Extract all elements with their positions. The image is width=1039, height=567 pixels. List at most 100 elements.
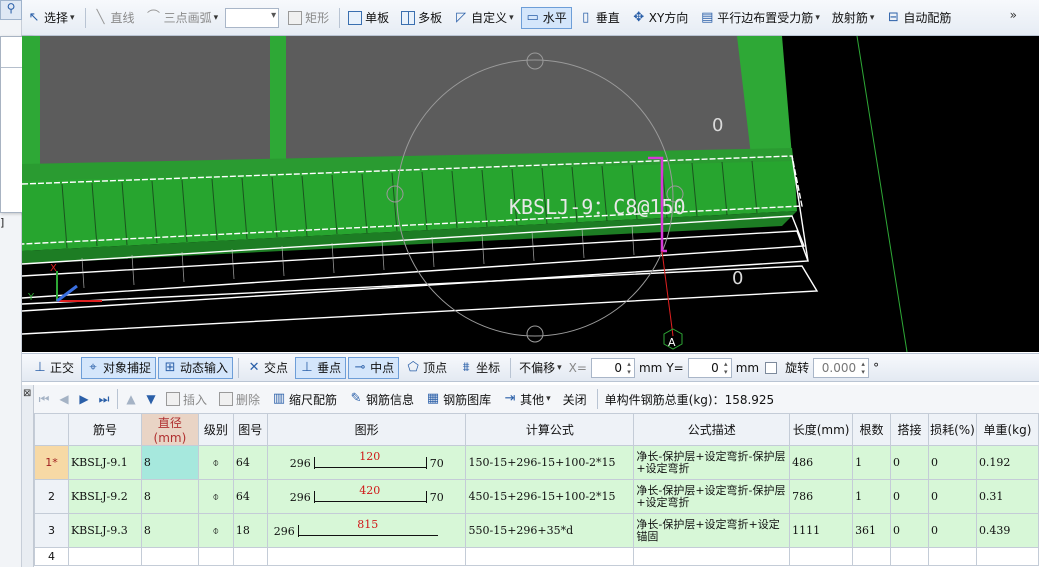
bar-no-cell[interactable] <box>67 547 142 566</box>
unit-weight-cell[interactable]: 0.439 <box>975 513 1039 548</box>
formula-desc-cell[interactable] <box>633 547 791 566</box>
formula-cell[interactable]: 550-15+296+35*d <box>465 513 635 548</box>
pin-icon[interactable]: ⊠ <box>23 388 31 399</box>
previous-record-icon[interactable]: ◀ <box>54 392 74 406</box>
header-count[interactable]: 根数 <box>852 413 892 446</box>
figure-no-cell[interactable]: 64 <box>232 479 268 514</box>
insert-button[interactable]: 插入 <box>161 388 212 410</box>
header-shape[interactable]: 图形 <box>266 413 467 446</box>
toolbar-overflow-button[interactable]: » <box>1010 8 1017 22</box>
table-row[interactable]: 1* KBSLJ-9.1 8 ⌽ 64 296 120 70 150-15+29… <box>34 445 1039 480</box>
ortho-button[interactable]: ⊥ 正交 <box>28 357 79 379</box>
header-figure-no[interactable]: 图号 <box>232 413 268 446</box>
first-record-icon[interactable]: ⏮ <box>34 392 54 407</box>
shape-cell[interactable]: 296 815 <box>266 513 467 548</box>
loss-cell[interactable]: 0 <box>927 445 977 480</box>
formula-cell[interactable] <box>465 547 635 566</box>
custom-button[interactable]: ◸ 自定义 ▾ <box>449 7 519 29</box>
rebar-library-button[interactable]: ▦ 钢筋图库 <box>421 388 496 410</box>
table-row[interactable]: 3 KBSLJ-9.3 8 ⌽ 18 296 815 550-15+296+35… <box>34 513 1039 548</box>
row-number[interactable]: 3 <box>34 513 69 548</box>
auto-rebar-button[interactable]: ⊟ 自动配筋 <box>881 7 956 29</box>
formula-cell[interactable]: 150-15+296-15+100-2*15 <box>465 445 635 480</box>
loss-cell[interactable] <box>927 547 977 566</box>
lap-cell[interactable]: 0 <box>890 479 929 514</box>
bar-no-cell[interactable]: KBSLJ-9.3 <box>67 513 142 548</box>
figure-no-cell[interactable]: 18 <box>232 513 268 548</box>
header-formula-desc[interactable]: 公式描述 <box>633 413 791 446</box>
y-offset-input[interactable]: 0 <box>687 357 732 378</box>
vertical-button[interactable]: ▯ 垂直 <box>574 7 625 29</box>
midpoint-snap-button[interactable]: ⊸ 中点 <box>348 356 400 379</box>
search-icon[interactable]: ⚲ <box>0 0 22 20</box>
delete-button[interactable]: 删除 <box>214 388 265 410</box>
single-slab-button[interactable]: 单板 <box>343 7 394 29</box>
row-number[interactable]: 1* <box>34 445 69 480</box>
length-cell[interactable]: 1111 <box>789 513 854 548</box>
header-lap[interactable]: 搭接 <box>890 413 929 446</box>
row-number[interactable]: 4 <box>34 547 69 566</box>
scale-rebar-button[interactable]: ▥ 缩尺配筋 <box>267 388 342 410</box>
header-length[interactable]: 长度(mm) <box>789 413 854 446</box>
count-cell[interactable]: 1 <box>852 479 892 514</box>
close-button[interactable]: 关闭 <box>558 388 592 410</box>
move-up-icon[interactable]: ▲ <box>121 392 141 406</box>
formula-desc-cell[interactable]: 净长-保护层+设定弯折+设定锚固 <box>633 513 791 548</box>
header-formula[interactable]: 计算公式 <box>465 413 635 446</box>
diameter-cell[interactable] <box>140 547 199 566</box>
count-cell[interactable]: 361 <box>852 513 892 548</box>
grade-cell[interactable]: ⌽ <box>197 513 234 548</box>
rebar-info-button[interactable]: ✎ 钢筋信息 <box>344 388 419 410</box>
diameter-cell[interactable]: 8 <box>140 479 199 514</box>
coordinate-snap-button[interactable]: ⩩ 坐标 <box>454 357 505 379</box>
loss-cell[interactable]: 0 <box>927 479 977 514</box>
shape-cell[interactable]: 296 120 70 <box>266 445 467 480</box>
snap-handle-bottom[interactable] <box>526 325 544 343</box>
header-unit-weight[interactable]: 单重(kg) <box>975 413 1039 446</box>
next-record-icon[interactable]: ▶ <box>74 392 94 406</box>
object-snap-button[interactable]: ⌖ 对象捕捉 <box>81 356 157 379</box>
intersection-snap-button[interactable]: ✕ 交点 <box>242 357 293 379</box>
formula-desc-cell[interactable]: 净长-保护层+设定弯折-保护层+设定弯折 <box>633 479 791 514</box>
horizontal-button[interactable]: ▭ 水平 <box>520 6 572 29</box>
formula-cell[interactable]: 450-15+296-15+100-2*15 <box>465 479 635 514</box>
figure-no-cell[interactable] <box>232 547 268 566</box>
bar-no-cell[interactable]: KBSLJ-9.1 <box>67 445 142 480</box>
lap-cell[interactable] <box>890 547 929 566</box>
length-cell[interactable]: 486 <box>789 445 854 480</box>
xy-direction-button[interactable]: ✥ XY方向 <box>627 7 694 29</box>
last-record-icon[interactable]: ⏭ <box>94 392 114 407</box>
vertex-snap-button[interactable]: ⬠ 顶点 <box>401 357 452 379</box>
offset-select[interactable]: 不偏移 ▾ <box>514 358 567 378</box>
formula-desc-cell[interactable]: 净长-保护层+设定弯折-保护层+设定弯折 <box>633 445 791 480</box>
count-cell[interactable] <box>852 547 892 566</box>
other-button[interactable]: ⇥ 其他 ▾ <box>498 388 556 410</box>
length-cell[interactable]: 786 <box>789 479 854 514</box>
lap-cell[interactable]: 0 <box>890 445 929 480</box>
grade-cell[interactable]: ⌽ <box>197 479 234 514</box>
rotate-checkbox[interactable] <box>765 361 778 374</box>
loss-cell[interactable]: 0 <box>927 513 977 548</box>
header-diameter[interactable]: 直径(mm) <box>140 413 199 446</box>
3d-viewport[interactable]: A X Y KBSLJ-9：C8@150 0 0 <box>22 36 1039 352</box>
rebar-annotation[interactable]: KBSLJ-9：C8@150 <box>509 195 686 219</box>
rect-button[interactable]: 矩形 <box>283 7 334 29</box>
unit-weight-cell[interactable] <box>975 547 1039 566</box>
rotate-angle-input[interactable]: 0.000 <box>813 357 870 378</box>
arc-button[interactable]: ⌒ 三点画弧 ▾ <box>142 7 224 29</box>
multi-slab-button[interactable]: 多板 <box>396 7 447 29</box>
bar-no-cell[interactable]: KBSLJ-9.2 <box>67 479 142 514</box>
unit-weight-cell[interactable]: 0.192 <box>975 445 1039 480</box>
dynamic-input-button[interactable]: ⊞ 动态输入 <box>158 356 234 379</box>
header-bar-no[interactable]: 筋号 <box>67 413 142 446</box>
row-number[interactable]: 2 <box>34 479 69 514</box>
table-row[interactable]: 4 <box>34 547 1039 566</box>
header-loss[interactable]: 损耗(%) <box>927 413 977 446</box>
shape-cell[interactable] <box>266 547 467 566</box>
parallel-edge-button[interactable]: ▤ 平行边布置受力筋 ▾ <box>695 7 825 29</box>
radial-button[interactable]: 放射筋 ▾ <box>827 7 880 29</box>
shape-cell[interactable]: 296 420 70 <box>266 479 467 514</box>
diameter-cell[interactable]: 8 <box>140 445 199 480</box>
unit-weight-cell[interactable]: 0.31 <box>975 479 1039 514</box>
style-combo[interactable] <box>225 7 280 28</box>
